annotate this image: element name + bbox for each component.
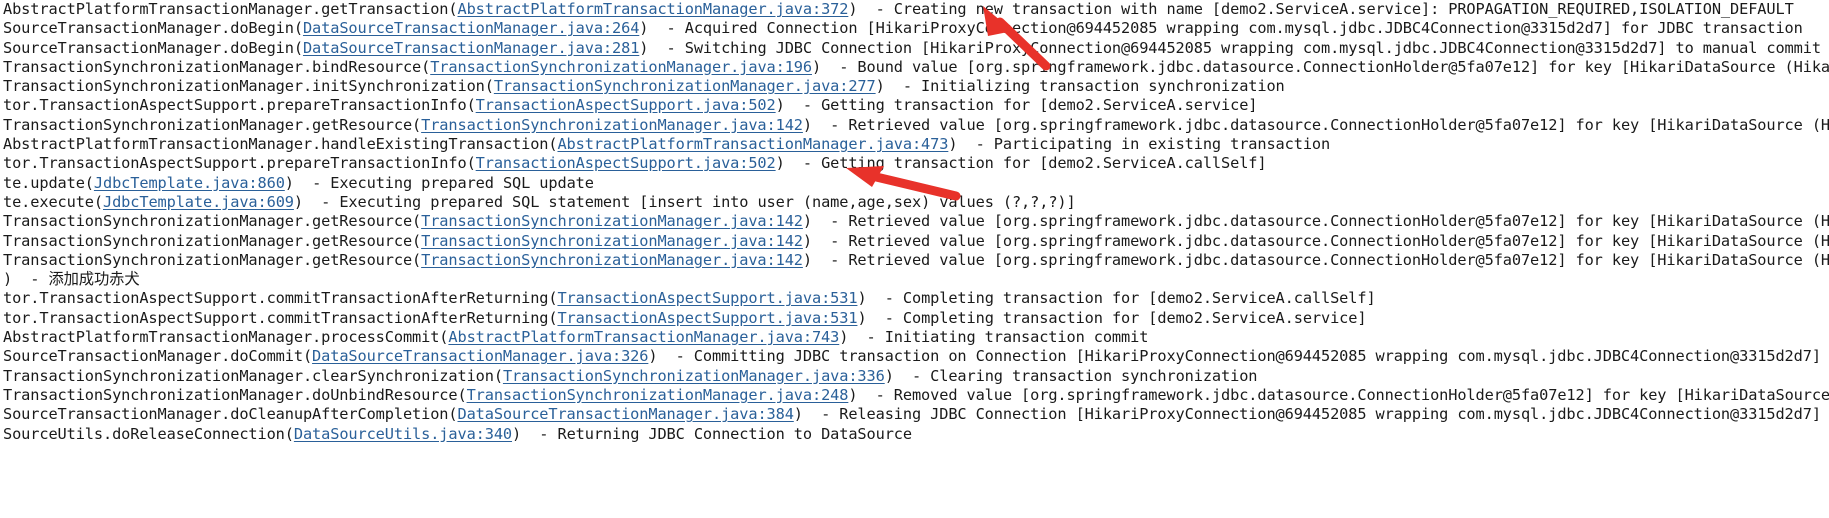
log-line-message: ) - Executing prepared SQL statement [in…	[293, 192, 1076, 211]
log-line: AbstractPlatformTransactionManager.handl…	[0, 135, 1829, 154]
log-line-prefix: AbstractPlatformTransactionManager.getTr…	[3, 0, 458, 18]
log-line-message: ) - Retrieved value [org.springframework…	[802, 250, 1829, 269]
log-line: AbstractPlatformTransactionManager.proce…	[0, 328, 1829, 347]
log-line: TransactionSynchronizationManager.getRes…	[0, 232, 1829, 251]
source-link[interactable]: TransactionSynchronizationManager.java:1…	[421, 232, 803, 250]
log-line-message: ) - Completing transaction for [demo2.Se…	[857, 289, 1376, 308]
log-line: te.execute(JdbcTemplate.java:609) - Exec…	[0, 193, 1829, 212]
log-line-message: ) - Acquired Connection [HikariProxyConn…	[639, 19, 1803, 38]
log-line-message: ) - Bound value [org.springframework.jdb…	[811, 57, 1829, 76]
log-line-prefix: SourceTransactionManager.doCommit(	[3, 347, 313, 366]
source-link[interactable]: TransactionAspectSupport.java:502	[476, 154, 776, 172]
log-line-prefix: SourceUtils.doReleaseConnection(	[3, 424, 294, 443]
source-link[interactable]: AbstractPlatformTransactionManager.java:…	[457, 0, 848, 18]
source-link[interactable]: TransactionSynchronizationManager.java:1…	[430, 58, 812, 76]
log-line-prefix: TransactionSynchronizationManager.getRes…	[3, 115, 422, 134]
log-line-prefix: AbstractPlatformTransactionManager.proce…	[3, 328, 449, 347]
log-line: TransactionSynchronizationManager.doUnbi…	[0, 386, 1829, 405]
log-line-prefix: TransactionSynchronizationManager.getRes…	[3, 231, 422, 250]
log-line-prefix: SourceTransactionManager.doCleanupAfterC…	[3, 405, 458, 424]
log-line-message: ) - Getting transaction for [demo2.Servi…	[775, 154, 1267, 173]
log-line: tor.TransactionAspectSupport.commitTrans…	[0, 289, 1829, 308]
source-link[interactable]: TransactionSynchronizationManager.java:1…	[421, 212, 803, 230]
log-line: TransactionSynchronizationManager.initSy…	[0, 77, 1829, 96]
log-line-message: ) - Removed value [org.springframework.j…	[848, 385, 1829, 404]
log-line-prefix: TransactionSynchronizationManager.getRes…	[3, 212, 422, 231]
log-line: AbstractPlatformTransactionManager.getTr…	[0, 0, 1829, 19]
source-link[interactable]: TransactionAspectSupport.java:531	[557, 289, 857, 307]
log-line-prefix: TransactionSynchronizationManager.getRes…	[3, 250, 422, 269]
log-line-prefix: TransactionSynchronizationManager.doUnbi…	[3, 385, 467, 404]
log-console[interactable]: AbstractPlatformTransactionManager.getTr…	[0, 0, 1829, 518]
log-line: ) - 添加成功赤犬	[0, 270, 1829, 289]
log-line: tor.TransactionAspectSupport.prepareTran…	[0, 96, 1829, 115]
log-line-prefix: tor.TransactionAspectSupport.prepareTran…	[3, 96, 476, 115]
source-link[interactable]: TransactionAspectSupport.java:502	[476, 96, 776, 114]
log-line: SourceTransactionManager.doCleanupAfterC…	[0, 405, 1829, 424]
source-link[interactable]: AbstractPlatformTransactionManager.java:…	[448, 328, 839, 346]
log-line-prefix: TransactionSynchronizationManager.initSy…	[3, 77, 494, 96]
log-line-message: ) - Retrieved value [org.springframework…	[802, 212, 1829, 231]
source-link[interactable]: JdbcTemplate.java:860	[94, 174, 285, 192]
log-line-prefix: te.execute(	[3, 192, 103, 211]
source-link[interactable]: TransactionSynchronizationManager.java:2…	[494, 77, 876, 95]
log-line: TransactionSynchronizationManager.clearS…	[0, 367, 1829, 386]
log-line-prefix: tor.TransactionAspectSupport.commitTrans…	[3, 289, 558, 308]
log-line-prefix: tor.TransactionAspectSupport.prepareTran…	[3, 154, 476, 173]
log-line: SourceTransactionManager.doBegin(DataSou…	[0, 39, 1829, 58]
source-link[interactable]: TransactionSynchronizationManager.java:1…	[421, 116, 803, 134]
log-line: TransactionSynchronizationManager.getRes…	[0, 212, 1829, 231]
log-line-message: ) - Retrieved value [org.springframework…	[802, 115, 1829, 134]
log-line: TransactionSynchronizationManager.getRes…	[0, 116, 1829, 135]
log-line-message: ) - Returning JDBC Connection to DataSou…	[512, 424, 912, 443]
source-link[interactable]: TransactionAspectSupport.java:531	[557, 309, 857, 327]
log-line: tor.TransactionAspectSupport.commitTrans…	[0, 309, 1829, 328]
source-link[interactable]: AbstractPlatformTransactionManager.java:…	[557, 135, 948, 153]
source-link[interactable]: TransactionSynchronizationManager.java:1…	[421, 251, 803, 269]
source-link[interactable]: DataSourceTransactionManager.java:384	[457, 405, 793, 423]
source-link[interactable]: DataSourceTransactionManager.java:281	[303, 39, 639, 57]
log-line-message: ) - Retrieved value [org.springframework…	[802, 231, 1829, 250]
log-line-message: ) - Committing JDBC transaction on Conne…	[648, 347, 1821, 366]
log-line-message: ) - Participating in existing transactio…	[948, 135, 1331, 154]
log-line-message: ) - Clearing transaction synchronization	[884, 366, 1258, 385]
log-line: te.update(JdbcTemplate.java:860) - Execu…	[0, 174, 1829, 193]
source-link[interactable]: DataSourceUtils.java:340	[294, 425, 512, 443]
log-line-message: ) - Initializing transaction synchroniza…	[875, 77, 1285, 96]
log-line-message: ) - Executing prepared SQL update	[284, 173, 594, 192]
log-line-message: ) - Creating new transaction with name […	[848, 0, 1794, 18]
log-line-prefix: SourceTransactionManager.doBegin(	[3, 38, 303, 57]
source-link[interactable]: DataSourceTransactionManager.java:264	[303, 19, 639, 37]
log-line-list: AbstractPlatformTransactionManager.getTr…	[0, 0, 1829, 444]
source-link[interactable]: TransactionSynchronizationManager.java:2…	[467, 386, 849, 404]
log-line: SourceTransactionManager.doCommit(DataSo…	[0, 347, 1829, 366]
source-link[interactable]: DataSourceTransactionManager.java:326	[312, 347, 648, 365]
log-line-prefix: tor.TransactionAspectSupport.commitTrans…	[3, 308, 558, 327]
log-line: TransactionSynchronizationManager.bindRe…	[0, 58, 1829, 77]
log-line-prefix: TransactionSynchronizationManager.bindRe…	[3, 57, 431, 76]
log-line-prefix: ) - 添加成功赤犬	[3, 270, 140, 289]
log-line: SourceUtils.doReleaseConnection(DataSour…	[0, 425, 1829, 444]
source-link[interactable]: JdbcTemplate.java:609	[103, 193, 294, 211]
log-line: TransactionSynchronizationManager.getRes…	[0, 251, 1829, 270]
log-line-message: ) - Switching JDBC Connection [HikariPro…	[639, 38, 1821, 57]
log-line-prefix: SourceTransactionManager.doBegin(	[3, 19, 303, 38]
source-link[interactable]: TransactionSynchronizationManager.java:3…	[503, 367, 885, 385]
log-line: SourceTransactionManager.doBegin(DataSou…	[0, 19, 1829, 38]
log-line-prefix: AbstractPlatformTransactionManager.handl…	[3, 135, 558, 154]
log-line-message: ) - Initiating transaction commit	[839, 328, 1149, 347]
log-line-message: ) - Getting transaction for [demo2.Servi…	[775, 96, 1258, 115]
log-line-message: ) - Releasing JDBC Connection [HikariPro…	[793, 405, 1829, 424]
log-line-prefix: te.update(	[3, 173, 94, 192]
log-line-message: ) - Completing transaction for [demo2.Se…	[857, 308, 1367, 327]
log-line-prefix: TransactionSynchronizationManager.clearS…	[3, 366, 503, 385]
log-line: tor.TransactionAspectSupport.prepareTran…	[0, 154, 1829, 173]
